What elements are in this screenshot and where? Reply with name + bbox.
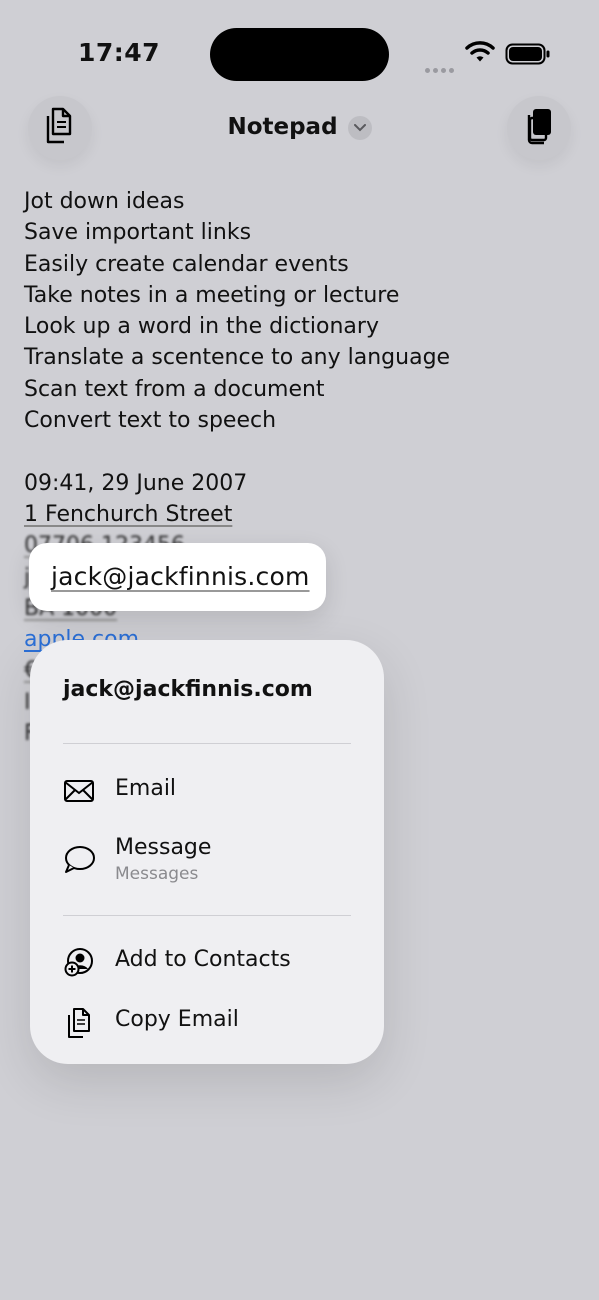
dynamic-island [210,28,389,81]
note-line-datetime: 09:41, 29 June 2007 [24,470,248,496]
note-line: Jot down ideas [24,189,185,214]
page-title[interactable]: Notepad [227,114,337,140]
menu-item-sublabel: Messages [115,864,199,884]
note-line: Take notes in a meeting or lecture [24,282,400,308]
chevron-down-icon[interactable] [347,115,372,140]
copy-to-device-icon [522,107,556,149]
menu-item-email[interactable]: Email [63,776,353,816]
menu-item-label: Add to Contacts [115,947,291,972]
menu-header: jack@jackfinnis.com [63,677,313,702]
copy-to-device-button[interactable] [507,96,571,160]
envelope-icon [63,776,97,806]
cellular-dots-icon [425,58,457,77]
status-time: 17:47 [78,38,161,67]
note-line: Translate a scentence to any language [24,345,451,371]
menu-item-add-to-contacts[interactable]: Add to Contacts [63,947,353,987]
menu-divider [63,915,351,916]
menu-item-label: Message [115,835,212,860]
context-menu: jack@jackfinnis.com Email Message Messag… [30,640,384,1064]
note-line: Easily create calendar events [24,251,349,277]
wifi-icon [465,40,495,68]
menu-item-copy-email[interactable]: Copy Email [63,1007,353,1047]
note-line: Save important links [24,220,252,246]
email-preview-text: jack@jackfinnis.com [51,562,310,591]
address-link[interactable]: 1 Fenchurch Street [24,502,232,527]
message-bubble-icon [63,845,97,875]
menu-item-message[interactable]: Message Messages [63,835,353,891]
note-line: Look up a word in the dictionary [24,314,379,340]
email-preview[interactable]: jack@jackfinnis.com [29,543,326,611]
note-line: Convert text to speech [24,408,277,434]
add-contact-icon [63,947,97,977]
battery-icon [505,43,551,69]
menu-divider [63,743,351,744]
note-line: Scan text from a document [24,376,325,402]
copy-icon [63,1007,97,1038]
menu-item-label: Copy Email [115,1007,239,1032]
note-line [24,436,584,467]
menu-item-label: Email [115,776,177,801]
